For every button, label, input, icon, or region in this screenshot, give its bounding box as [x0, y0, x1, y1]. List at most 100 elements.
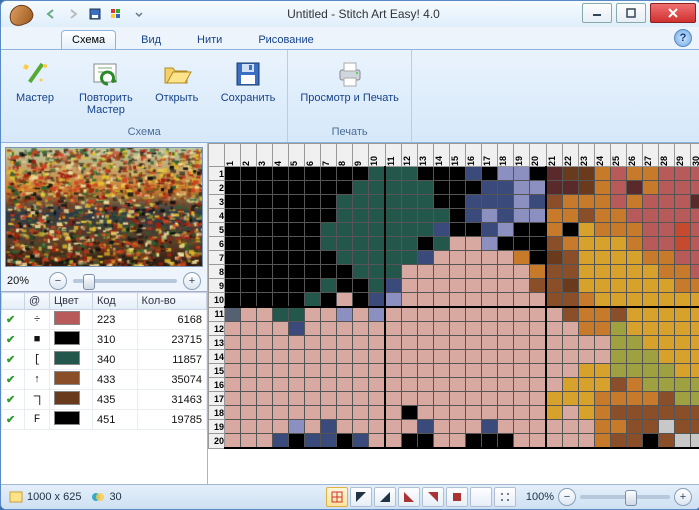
grid-cell[interactable] [289, 293, 305, 308]
thread-row[interactable]: ✔F45119785 [2, 410, 207, 430]
grid-cell[interactable] [514, 406, 530, 420]
grid-cell[interactable] [659, 265, 675, 279]
tool-tri2-icon[interactable] [374, 487, 396, 507]
grid-cell[interactable] [450, 434, 466, 449]
grid-cell[interactable] [369, 378, 386, 392]
grid-cell[interactable] [450, 237, 466, 251]
grid-cell[interactable] [643, 209, 659, 223]
grid-cell[interactable] [385, 322, 402, 336]
grid-cell[interactable] [241, 265, 257, 279]
grid-cell[interactable] [530, 364, 547, 378]
grid-cell[interactable] [241, 350, 257, 364]
grid-cell[interactable] [595, 350, 611, 364]
grid-cell[interactable] [418, 279, 434, 293]
grid-cell[interactable] [659, 378, 675, 392]
grid-cell[interactable] [579, 279, 595, 293]
grid-cell[interactable] [289, 251, 305, 265]
grid-cell[interactable] [369, 336, 386, 350]
grid-cell[interactable] [289, 322, 305, 336]
grid-cell[interactable] [305, 237, 321, 251]
grid-cell[interactable] [466, 434, 482, 449]
grid-cell[interactable] [321, 350, 337, 364]
grid-cell[interactable] [611, 181, 627, 195]
grid-cell[interactable] [498, 322, 514, 336]
grid-cell[interactable] [498, 279, 514, 293]
grid-cell[interactable] [434, 420, 450, 434]
ribbon-btn-repeat[interactable]: ПовторитьМастер [73, 56, 139, 118]
grid-cell[interactable] [385, 251, 402, 265]
grid-cell[interactable] [595, 322, 611, 336]
grid-cell[interactable] [498, 223, 514, 237]
grid-cell[interactable] [546, 378, 563, 392]
grid-cell[interactable] [369, 195, 386, 209]
grid-cell[interactable] [595, 181, 611, 195]
grid-cell[interactable] [563, 279, 579, 293]
grid-cell[interactable] [289, 237, 305, 251]
grid-cell[interactable] [305, 378, 321, 392]
check-icon[interactable]: ✔ [2, 390, 25, 410]
grid-cell[interactable] [418, 307, 434, 322]
grid-cell[interactable] [482, 167, 498, 181]
grid-cell[interactable] [659, 364, 675, 378]
grid-cell[interactable] [514, 181, 530, 195]
grid-cell[interactable] [675, 265, 691, 279]
grid-cell[interactable] [257, 223, 273, 237]
grid-cell[interactable] [402, 420, 418, 434]
grid-cell[interactable] [273, 181, 289, 195]
grid-cell[interactable] [546, 406, 563, 420]
tool-dots-icon[interactable] [494, 487, 516, 507]
grid-cell[interactable] [225, 378, 241, 392]
grid-cell[interactable] [482, 307, 498, 322]
grid-cell[interactable] [627, 364, 643, 378]
grid-cell[interactable] [595, 223, 611, 237]
grid-cell[interactable] [402, 434, 418, 449]
grid-cell[interactable] [402, 237, 418, 251]
grid-cell[interactable] [482, 406, 498, 420]
grid-cell[interactable] [369, 293, 386, 308]
col-code[interactable]: Код [93, 293, 138, 310]
status-zoom-slider[interactable] [580, 495, 670, 499]
grid-cell[interactable] [353, 307, 369, 322]
grid-cell[interactable] [257, 167, 273, 181]
grid-cell[interactable] [530, 420, 547, 434]
grid-cell[interactable] [353, 167, 369, 181]
grid-cell[interactable] [659, 167, 675, 181]
grid-cell[interactable] [498, 392, 514, 406]
grid-cell[interactable] [627, 392, 643, 406]
grid-cell[interactable] [257, 195, 273, 209]
grid-cell[interactable] [273, 406, 289, 420]
grid-cell[interactable] [337, 406, 353, 420]
grid-cell[interactable] [482, 420, 498, 434]
grid-cell[interactable] [225, 279, 241, 293]
grid-cell[interactable] [611, 307, 627, 322]
grid-cell[interactable] [530, 378, 547, 392]
grid-cell[interactable] [498, 336, 514, 350]
grid-cell[interactable] [482, 279, 498, 293]
grid-cell[interactable] [353, 378, 369, 392]
grid-cell[interactable] [563, 181, 579, 195]
grid-cell[interactable] [611, 336, 627, 350]
grid-cell[interactable] [305, 265, 321, 279]
grid-cell[interactable] [353, 279, 369, 293]
grid-cell[interactable] [353, 336, 369, 350]
grid-cell[interactable] [241, 322, 257, 336]
grid-cell[interactable] [225, 392, 241, 406]
grid-cell[interactable] [305, 167, 321, 181]
grid-cell[interactable] [627, 181, 643, 195]
grid-cell[interactable] [241, 237, 257, 251]
grid-cell[interactable] [595, 167, 611, 181]
grid-cell[interactable] [498, 181, 514, 195]
grid-cell[interactable] [595, 406, 611, 420]
undo-icon[interactable] [41, 4, 61, 24]
grid-cell[interactable] [305, 392, 321, 406]
grid-cell[interactable] [289, 336, 305, 350]
grid-cell[interactable] [257, 336, 273, 350]
grid-cell[interactable] [627, 167, 643, 181]
grid-cell[interactable] [434, 378, 450, 392]
grid-cell[interactable] [691, 209, 699, 223]
grid-cell[interactable] [418, 364, 434, 378]
grid-cell[interactable] [579, 251, 595, 265]
grid-cell[interactable] [305, 279, 321, 293]
grid-cell[interactable] [337, 279, 353, 293]
grid-cell[interactable] [257, 434, 273, 449]
